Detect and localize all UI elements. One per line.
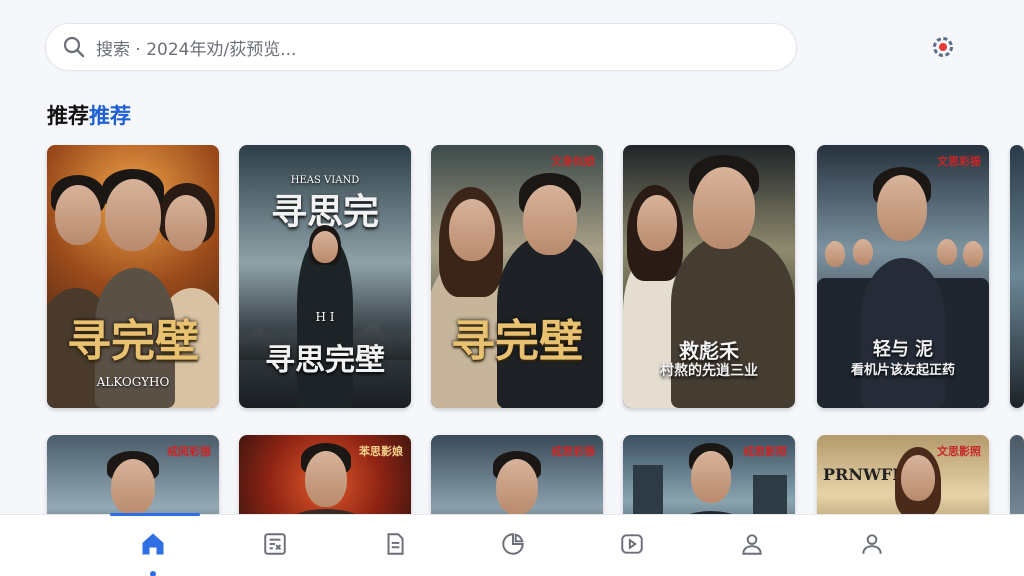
nav-user[interactable] — [737, 529, 767, 559]
poster-badge: 戒思影照 — [743, 445, 787, 458]
poster-subtitle: 看机片该友起正药 — [850, 363, 955, 378]
app-root: 搜索 · 2024年劝/荻预览... 推荐推荐 寻完壁 ALKOGYHO HEA… — [0, 0, 1024, 576]
poster-badge: 苯思影娘 — [359, 445, 403, 458]
document-icon — [387, 533, 404, 555]
nav-profile[interactable] — [857, 529, 887, 559]
poster-badge: 戒思彩振 — [551, 445, 595, 458]
bottom-nav — [0, 513, 1024, 576]
nav-active-dot — [150, 571, 156, 576]
play-icon — [621, 534, 643, 554]
nav-active-indicator — [110, 513, 200, 516]
chart-icon — [502, 533, 524, 555]
poster-badge: 文思影照 — [937, 445, 981, 458]
home-icon — [142, 533, 164, 555]
nav-chart[interactable] — [498, 529, 528, 559]
poster-badge: 戒阅彩振 — [167, 445, 211, 458]
nav-catalog[interactable] — [260, 529, 290, 559]
nav-document[interactable] — [380, 529, 410, 559]
poster-subtitle: 村熬的先逍三业 — [660, 363, 758, 379]
poster-title: 轻与 泥 — [872, 339, 934, 360]
catalog-icon — [264, 533, 286, 555]
poster-subtitle: ALKOGYHO — [96, 375, 170, 389]
user-icon — [742, 534, 762, 555]
poster-row-2: 戒阅彩振 苯思影娘 戒思彩振 戒思影照 文思影照 PRNWFK — [0, 0, 1024, 555]
poster-title: 寻完壁 — [67, 316, 199, 367]
poster-mid-text: H I — [315, 310, 335, 324]
poster-top-text: PRNWFK — [823, 465, 907, 484]
poster-title: 寻完壁 — [451, 316, 583, 367]
nav-play[interactable] — [617, 529, 647, 559]
profile-icon — [862, 534, 882, 554]
poster-title-2: 寻思完壁 — [265, 343, 385, 378]
nav-home[interactable] — [138, 529, 168, 559]
